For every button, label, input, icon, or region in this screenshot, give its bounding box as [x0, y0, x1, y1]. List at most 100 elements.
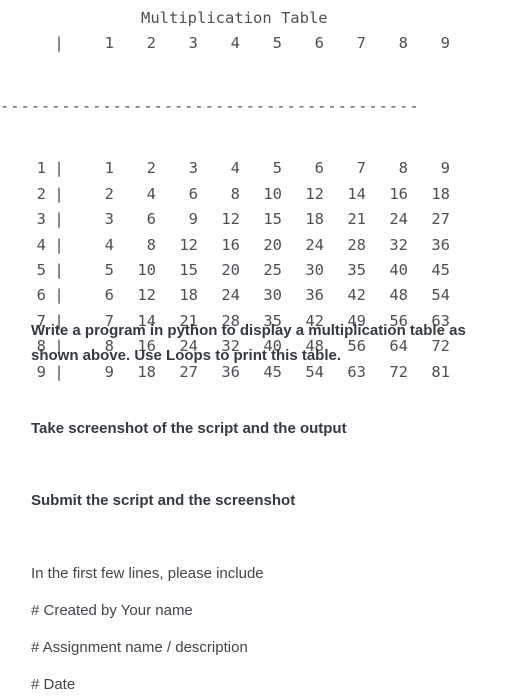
cell-2-7: 14: [347, 184, 366, 203]
row-pipe-4: |: [54, 235, 64, 254]
cell-2-4: 8: [230, 184, 240, 203]
comment-created-by: # Created by Your name: [31, 602, 193, 619]
cell-4-8: 32: [389, 235, 408, 254]
header-pipe: |: [54, 34, 64, 52]
cell-1-4: 4: [230, 159, 240, 178]
row-pipe-2: |: [54, 184, 64, 203]
cell-3-6: 18: [305, 210, 324, 229]
cell-1-8: 8: [398, 159, 408, 178]
instruction-submit: Submit the script and the screenshot: [31, 492, 296, 509]
cell-6-1: 6: [104, 286, 114, 305]
cell-5-7: 35: [347, 261, 366, 280]
table-header-row: | 1 2 3 4 5 6 7 8 9: [0, 31, 450, 56]
cell-2-9: 18: [431, 184, 450, 203]
instructions-block: Write a program in python to display a m…: [31, 318, 483, 697]
row-pipe-1: |: [54, 159, 64, 178]
col-header-7: 7: [356, 34, 366, 52]
table-row: 1 | 1 2 3 4 5 6 7 8 9: [0, 156, 450, 181]
table-title: Multiplication Table: [141, 9, 328, 27]
cell-1-6: 6: [314, 159, 324, 178]
cell-4-5: 20: [263, 235, 282, 254]
cell-2-2: 4: [146, 184, 156, 203]
row-label-6: 6: [36, 286, 46, 305]
cell-6-8: 48: [389, 286, 408, 305]
cell-6-5: 30: [263, 286, 282, 305]
cell-4-2: 8: [146, 235, 156, 254]
col-header-5: 5: [272, 34, 282, 52]
table-row: 3 | 3 6 9 12 15 18 21 24 27: [0, 207, 450, 232]
row-pipe-5: |: [54, 261, 64, 280]
cell-1-3: 3: [188, 159, 198, 178]
cell-4-7: 28: [347, 235, 366, 254]
col-header-3: 3: [188, 34, 198, 52]
cell-5-2: 10: [137, 261, 156, 280]
cell-5-1: 5: [104, 261, 114, 280]
cell-6-9: 54: [431, 286, 450, 305]
cell-3-7: 21: [347, 210, 366, 229]
cell-5-9: 45: [431, 261, 450, 280]
cell-1-7: 7: [356, 159, 366, 178]
cell-5-6: 30: [305, 261, 324, 280]
cell-5-5: 25: [263, 261, 282, 280]
cell-6-2: 12: [137, 286, 156, 305]
row-label-1: 1: [36, 159, 46, 178]
cell-5-4: 20: [221, 261, 240, 280]
cell-1-1: 1: [104, 159, 114, 178]
cell-2-5: 10: [263, 184, 282, 203]
cell-6-7: 42: [347, 286, 366, 305]
col-header-2: 2: [146, 34, 156, 52]
cell-4-9: 36: [431, 235, 450, 254]
instruction-line-2: shown above. Use Loops to print this tab…: [31, 347, 342, 364]
row-label-4: 4: [36, 235, 46, 254]
instruction-line-1: Write a program in python to display a m…: [31, 322, 466, 339]
cell-2-1: 2: [104, 184, 114, 203]
cell-3-1: 3: [104, 210, 114, 229]
row-pipe-6: |: [54, 286, 64, 305]
col-header-6: 6: [314, 34, 324, 52]
cell-4-4: 16: [221, 235, 240, 254]
cell-2-8: 16: [389, 184, 408, 203]
cell-3-9: 27: [431, 210, 450, 229]
cell-6-6: 36: [305, 286, 324, 305]
cell-4-3: 12: [179, 235, 198, 254]
table-row: 6 | 6 12 18 24 30 36 42 48 54: [0, 283, 450, 308]
assignment-page: Multiplication Table | 1 2 3 4 5 6 7 8 9: [0, 0, 508, 700]
cell-3-3: 9: [188, 210, 198, 229]
separator-dashes: ----------------------------------------…: [0, 97, 420, 116]
table-row: 2 | 2 4 6 8 10 12 14 16 18: [0, 182, 450, 207]
cell-3-8: 24: [389, 210, 408, 229]
separator-line: ----------------------------------------…: [0, 96, 450, 116]
cell-4-1: 4: [104, 235, 114, 254]
cell-1-2: 2: [146, 159, 156, 178]
row-label-3: 3: [36, 210, 46, 229]
cell-1-9: 9: [440, 159, 450, 178]
comment-date: # Date: [31, 676, 76, 693]
row-pipe-3: |: [54, 210, 64, 229]
col-header-4: 4: [230, 34, 240, 52]
cell-5-3: 15: [179, 261, 198, 280]
cell-3-5: 15: [263, 210, 282, 229]
cell-4-6: 24: [305, 235, 324, 254]
cell-5-8: 40: [389, 261, 408, 280]
cell-1-5: 5: [272, 159, 282, 178]
instruction-take-screenshot: Take screenshot of the script and the ou…: [31, 420, 347, 437]
header-corner-cell: [0, 31, 46, 56]
table-separator-row: ----------------------------------------…: [0, 56, 450, 156]
cell-3-2: 6: [146, 210, 156, 229]
instruction-header-comment-intro: In the first few lines, please include: [31, 565, 264, 582]
col-header-9: 9: [440, 34, 450, 52]
col-header-8: 8: [398, 34, 408, 52]
table-row: 5 | 5 10 15 20 25 30 35 40 45: [0, 258, 450, 283]
comment-assignment-name: # Assignment name / description: [31, 639, 248, 656]
cell-6-3: 18: [179, 286, 198, 305]
cell-3-4: 12: [221, 210, 240, 229]
table-row: 4 | 4 8 12 16 20 24 28 32 36: [0, 233, 450, 258]
cell-2-3: 6: [188, 184, 198, 203]
cell-6-4: 24: [221, 286, 240, 305]
table-separator-cell: ----------------------------------------…: [0, 56, 450, 156]
